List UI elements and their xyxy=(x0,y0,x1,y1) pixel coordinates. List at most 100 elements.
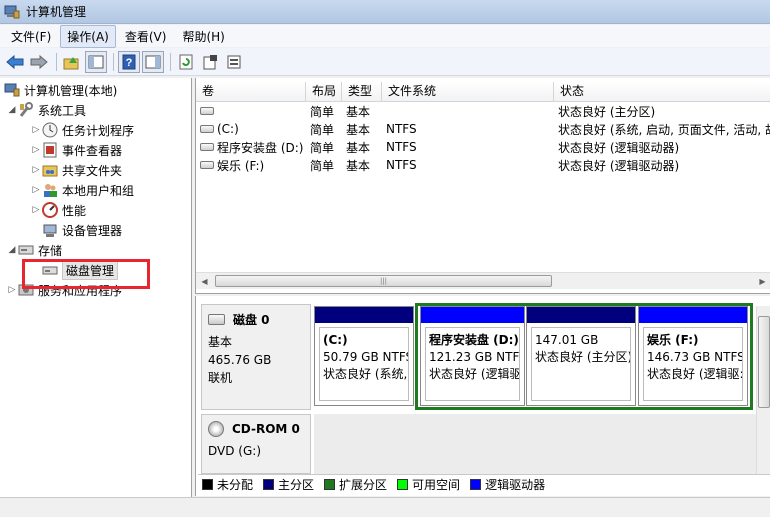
show-hide-tree-button[interactable] xyxy=(85,50,107,73)
scroll-left-icon[interactable]: ◀ xyxy=(196,277,213,286)
tree-item-label: 存储 xyxy=(38,243,63,258)
disk-name: 磁盘 0 xyxy=(233,313,270,327)
storage-icon xyxy=(18,242,34,258)
properties-button[interactable] xyxy=(199,51,221,73)
tree-item-shared-folders[interactable]: ▷ 共享文件夹 xyxy=(30,160,122,180)
help-button[interactable]: ? xyxy=(118,50,140,73)
table-row[interactable]: (C:) 简单 基本 NTFS 状态良好 (系统, 启动, 页面文件, 活动, … xyxy=(196,120,770,138)
tree-item-label: 任务计划程序 xyxy=(62,123,135,138)
status-cell: 状态良好 (逻辑驱动器) xyxy=(558,140,680,155)
back-button[interactable] xyxy=(4,51,26,73)
type-cell: 基本 xyxy=(346,122,371,137)
window-title: 计算机管理 xyxy=(26,5,87,19)
hard-disk-icon xyxy=(208,314,225,325)
status-cell: 状态良好 (系统, 启动, 页面文件, 活动, 故 xyxy=(558,122,770,137)
layout-cell: 简单 xyxy=(310,122,335,137)
collapse-arrow-icon[interactable]: ◢ xyxy=(6,105,18,115)
column-header-filesystem[interactable]: 文件系统 xyxy=(382,82,554,101)
menu-help[interactable]: 帮助(H) xyxy=(175,25,231,48)
partition-status: 状态良好 (系统, xyxy=(323,367,408,381)
expand-arrow-icon[interactable]: ▷ xyxy=(30,185,42,195)
legend-item-logical: 逻辑驱动器 xyxy=(466,476,545,493)
cdrom-0-info[interactable]: CD-ROM 0 DVD (G:) xyxy=(201,414,311,474)
expand-arrow-icon[interactable]: ▷ xyxy=(30,165,42,175)
action-pane-button[interactable] xyxy=(142,50,164,73)
table-row[interactable]: 程序安装盘 (D:) 简单 基本 NTFS 状态良好 (逻辑驱动器) xyxy=(196,138,770,156)
menu-bar: 文件(F) 操作(A) 查看(V) 帮助(H) xyxy=(0,24,770,48)
toolbar-separator xyxy=(113,52,114,71)
console-tree: 计算机管理(本地) ◢ 系统工具 ▷ 任务计划程序 ▷ 事件查看器 ▷ 共享文件… xyxy=(0,78,192,517)
status-bar xyxy=(0,497,770,517)
legend-label: 扩展分区 xyxy=(339,478,388,492)
performance-icon xyxy=(42,202,58,218)
column-header-status[interactable]: 状态 xyxy=(554,82,770,101)
tree-item-label: 共享文件夹 xyxy=(62,163,123,178)
forward-button[interactable] xyxy=(28,51,50,73)
tree-item-task-scheduler[interactable]: ▷ 任务计划程序 xyxy=(30,120,134,140)
column-header-type[interactable]: 类型 xyxy=(342,82,382,101)
tree-item-device-manager[interactable]: 设备管理器 xyxy=(42,220,122,240)
properties-icon xyxy=(203,54,217,69)
scroll-right-icon[interactable]: ▶ xyxy=(754,277,770,286)
layout-cell: 简单 xyxy=(310,104,335,119)
volume-cell: (C:) xyxy=(196,122,306,136)
filesystem-cell: NTFS xyxy=(386,140,417,154)
tree-item-system-tools[interactable]: ◢ 系统工具 xyxy=(6,100,86,120)
legend-label: 可用空间 xyxy=(412,478,461,492)
disk-0-info[interactable]: 磁盘 0 基本 465.76 GB 联机 xyxy=(201,304,311,410)
expand-arrow-icon[interactable]: ▷ xyxy=(30,125,42,135)
column-header-volume[interactable]: 卷 xyxy=(196,82,306,101)
expand-arrow-icon[interactable]: ▷ xyxy=(6,285,18,295)
collapse-arrow-icon[interactable]: ◢ xyxy=(6,245,18,255)
vertical-scrollbar[interactable] xyxy=(756,306,770,478)
scrollbar-thumb[interactable] xyxy=(758,316,770,408)
partition-c[interactable]: (C:) 50.79 GB NTFS 状态良好 (系统, xyxy=(314,306,414,406)
expand-arrow-icon[interactable]: ▷ xyxy=(30,205,42,215)
legend-swatch xyxy=(324,479,336,490)
device-manager-icon xyxy=(42,222,58,238)
refresh-button[interactable] xyxy=(175,51,197,73)
legend-swatch xyxy=(263,479,275,490)
horizontal-scrollbar[interactable]: ◀ ||| ▶ xyxy=(196,272,770,289)
title-bar: 计算机管理 xyxy=(0,0,770,24)
tree-item-event-viewer[interactable]: ▷ 事件查看器 xyxy=(30,140,122,160)
users-icon xyxy=(42,182,58,198)
disk-type: 基本 xyxy=(208,335,233,349)
scrollbar-thumb[interactable]: ||| xyxy=(215,275,552,287)
cdrom-title: CD-ROM 0 xyxy=(208,421,304,437)
tree-item-label: 性能 xyxy=(62,203,87,218)
layout-cell: 简单 xyxy=(310,158,335,173)
menu-view[interactable]: 查看(V) xyxy=(118,25,174,48)
table-row[interactable]: 娱乐 (F:) 简单 基本 NTFS 状态良好 (逻辑驱动器) xyxy=(196,156,770,174)
table-row[interactable]: 简单 基本 状态良好 (主分区) xyxy=(196,102,770,120)
toolbar-separator xyxy=(56,52,57,71)
export-button[interactable] xyxy=(223,51,245,73)
up-button[interactable] xyxy=(61,51,83,73)
tree-item-performance[interactable]: ▷ 性能 xyxy=(30,200,86,220)
volume-list: 卷 布局 类型 文件系统 状态 简单 基本 状态良好 (主分区) (C:) 简单… xyxy=(195,78,770,294)
partition-color-bar xyxy=(315,307,413,323)
tree-item-local-users[interactable]: ▷ 本地用户和组 xyxy=(30,180,134,200)
volume-name: 程序安装盘 (D:) xyxy=(217,140,304,155)
menu-file[interactable]: 文件(F) xyxy=(4,25,58,48)
tree-item-computer-management[interactable]: 计算机管理(本地) xyxy=(4,80,117,100)
volume-name: 娱乐 (F:) xyxy=(217,158,265,173)
legend-swatch xyxy=(470,479,482,490)
volume-cell xyxy=(196,107,306,115)
partition-body: (C:) 50.79 GB NTFS 状态良好 (系统, xyxy=(319,327,409,401)
tools-icon xyxy=(18,102,34,118)
tree-item-label: 设备管理器 xyxy=(62,223,123,238)
drive-icon xyxy=(200,143,214,151)
legend-label: 未分配 xyxy=(217,478,254,492)
layout-cell: 简单 xyxy=(310,140,335,155)
legend-label: 逻辑驱动器 xyxy=(485,478,546,492)
cdrom-name: CD-ROM 0 xyxy=(232,422,300,436)
volume-cell: 程序安装盘 (D:) xyxy=(196,139,306,156)
expand-arrow-icon[interactable]: ▷ xyxy=(30,145,42,155)
refresh-icon xyxy=(179,54,193,69)
menu-action[interactable]: 操作(A) xyxy=(60,24,116,48)
tree-item-storage[interactable]: ◢ 存储 xyxy=(6,240,62,260)
status-cell: 状态良好 (逻辑驱动器) xyxy=(558,158,680,173)
column-header-layout[interactable]: 布局 xyxy=(306,82,342,101)
cdrom-media-area[interactable] xyxy=(314,414,758,474)
